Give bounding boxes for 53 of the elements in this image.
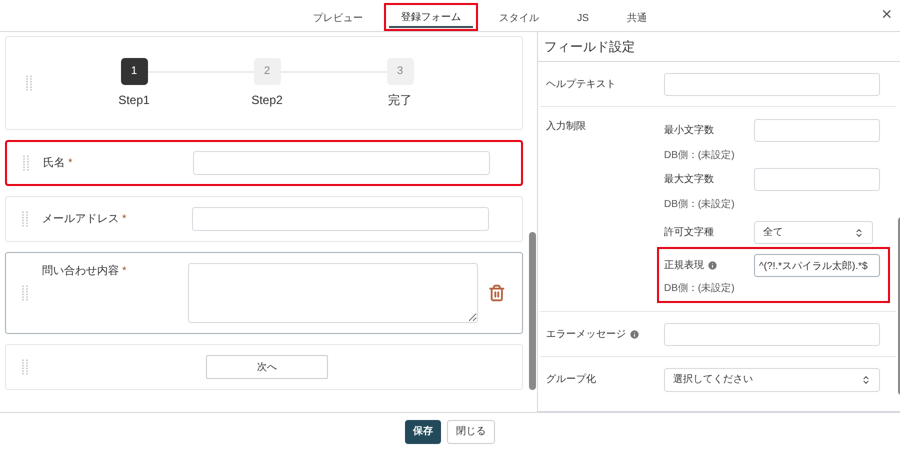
step-label: Step1 [118, 92, 150, 108]
tab[interactable]: プレビュー [296, 3, 380, 31]
field-label: 入力制限 [546, 120, 587, 134]
select-field[interactable]: 選択してください [664, 368, 880, 392]
panel-title: フィールド設定 [544, 38, 635, 56]
close-button[interactable]: × [881, 5, 892, 23]
step-number: 2 [254, 58, 280, 84]
caret-icon [854, 228, 864, 238]
form-field-card[interactable]: 問い合わせ内容 * [5, 252, 523, 334]
field-label: エラーメッセージ [546, 328, 626, 342]
close-button[interactable]: 閉じる [447, 420, 495, 444]
select-field[interactable]: 全て [754, 221, 873, 244]
field-label: 最大文字数 [664, 172, 715, 187]
input-field[interactable]: ^(?!.*スパイラル太郎).*$ [754, 254, 880, 277]
field-label: グループ化 [546, 372, 597, 387]
info-icon[interactable] [629, 328, 640, 340]
db-note: DB側：(未設定) [664, 198, 736, 212]
input-field[interactable] [664, 322, 880, 346]
tab[interactable]: JS [560, 3, 606, 31]
field-label: 許可文字種 [664, 226, 715, 240]
tab[interactable]: 登録フォーム [384, 3, 478, 31]
drag-handle-icon[interactable] [22, 285, 28, 301]
tab[interactable]: 共通 [610, 3, 664, 31]
input-field[interactable] [193, 151, 490, 175]
field-label: メールアドレス * [42, 212, 126, 227]
info-icon[interactable] [707, 260, 718, 271]
field-label: 問い合わせ内容 * [42, 264, 126, 279]
form-field-card[interactable]: メールアドレス * [5, 196, 523, 242]
input-field[interactable] [664, 72, 880, 96]
field-label: 最小文字数 [664, 124, 715, 138]
field-label: 正規表現 [664, 258, 704, 273]
field-label: 氏名 * [43, 156, 72, 171]
drag-handle-icon[interactable] [26, 75, 32, 91]
form-field-card[interactable]: 氏名 * [5, 140, 523, 186]
drag-handle-icon[interactable] [22, 211, 28, 227]
step-number: 1 [120, 58, 148, 84]
step-number: 3 [386, 58, 414, 84]
caret-icon [861, 374, 871, 384]
drag-handle-icon[interactable] [23, 155, 29, 171]
field-label: ヘルプテキスト [546, 78, 617, 92]
textarea-field[interactable] [188, 263, 478, 323]
db-note: DB側：(未設定) [664, 282, 736, 296]
input-field[interactable] [754, 168, 880, 191]
next-button[interactable]: 次へ [206, 355, 328, 379]
input-field[interactable] [192, 207, 489, 231]
input-field[interactable] [754, 119, 880, 142]
step-label: 完了 [388, 92, 412, 108]
step-label: Step2 [251, 92, 283, 108]
drag-handle-icon[interactable] [22, 359, 28, 375]
db-note: DB側：(未設定) [664, 148, 736, 163]
save-button[interactable]: 保存 [405, 420, 441, 444]
delete-icon[interactable] [488, 284, 506, 302]
tab[interactable]: スタイル [482, 3, 556, 31]
